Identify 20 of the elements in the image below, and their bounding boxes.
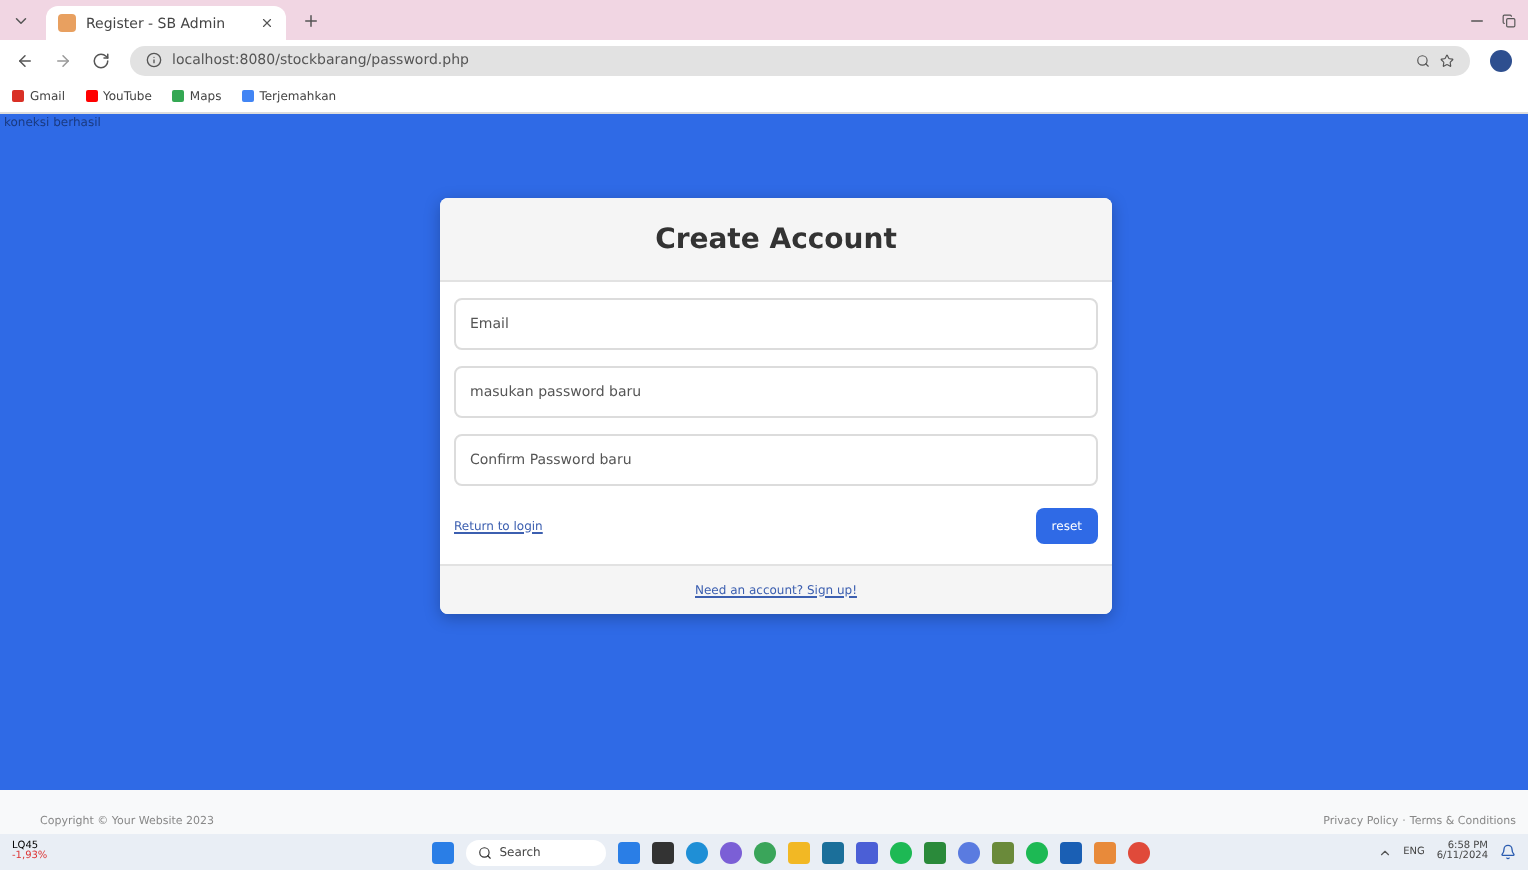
tray-caret-icon[interactable] xyxy=(1377,845,1392,859)
close-icon[interactable] xyxy=(260,16,274,30)
app-icon[interactable] xyxy=(855,841,878,863)
reload-icon[interactable] xyxy=(92,51,110,69)
app-icon[interactable] xyxy=(1059,841,1082,863)
favicon-icon xyxy=(58,14,76,32)
forward-icon[interactable] xyxy=(54,51,72,69)
app-icon[interactable] xyxy=(651,841,674,863)
info-icon[interactable] xyxy=(146,52,162,68)
bell-icon[interactable] xyxy=(1500,844,1516,860)
card-title: Create Account xyxy=(655,223,897,255)
bookmark-star-icon[interactable] xyxy=(1440,53,1454,67)
start-icon[interactable] xyxy=(431,841,454,863)
profile-avatar-icon[interactable] xyxy=(1490,49,1512,71)
search-icon[interactable] xyxy=(477,845,492,859)
restore-icon[interactable] xyxy=(1502,13,1516,27)
app-icon[interactable] xyxy=(821,841,844,863)
zoom-icon[interactable] xyxy=(1416,53,1430,67)
back-icon[interactable] xyxy=(16,51,34,69)
new-tab-icon[interactable] xyxy=(302,11,320,29)
